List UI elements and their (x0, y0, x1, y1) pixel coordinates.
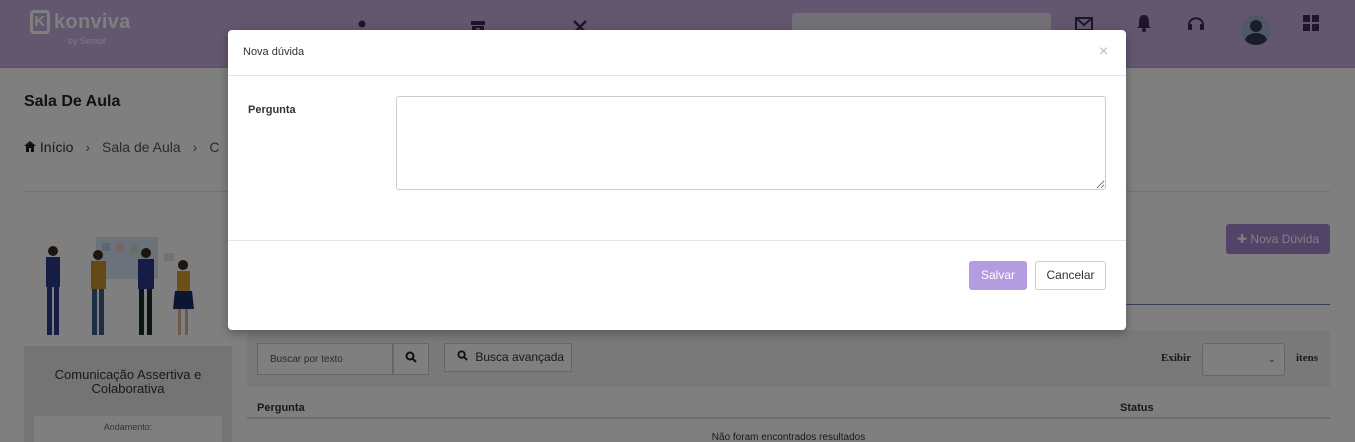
question-textarea[interactable] (396, 96, 1106, 190)
question-label: Pergunta (248, 104, 296, 116)
modal-title: Nova dúvida (243, 46, 305, 58)
modal-divider (228, 240, 1126, 241)
close-icon[interactable]: × (1099, 43, 1108, 61)
new-doubt-modal: Nova dúvida × Pergunta Salvar Cancelar (228, 30, 1126, 330)
cancel-button[interactable]: Cancelar (1035, 261, 1106, 290)
save-button[interactable]: Salvar (969, 261, 1027, 290)
modal-header: Nova dúvida × (228, 30, 1126, 76)
